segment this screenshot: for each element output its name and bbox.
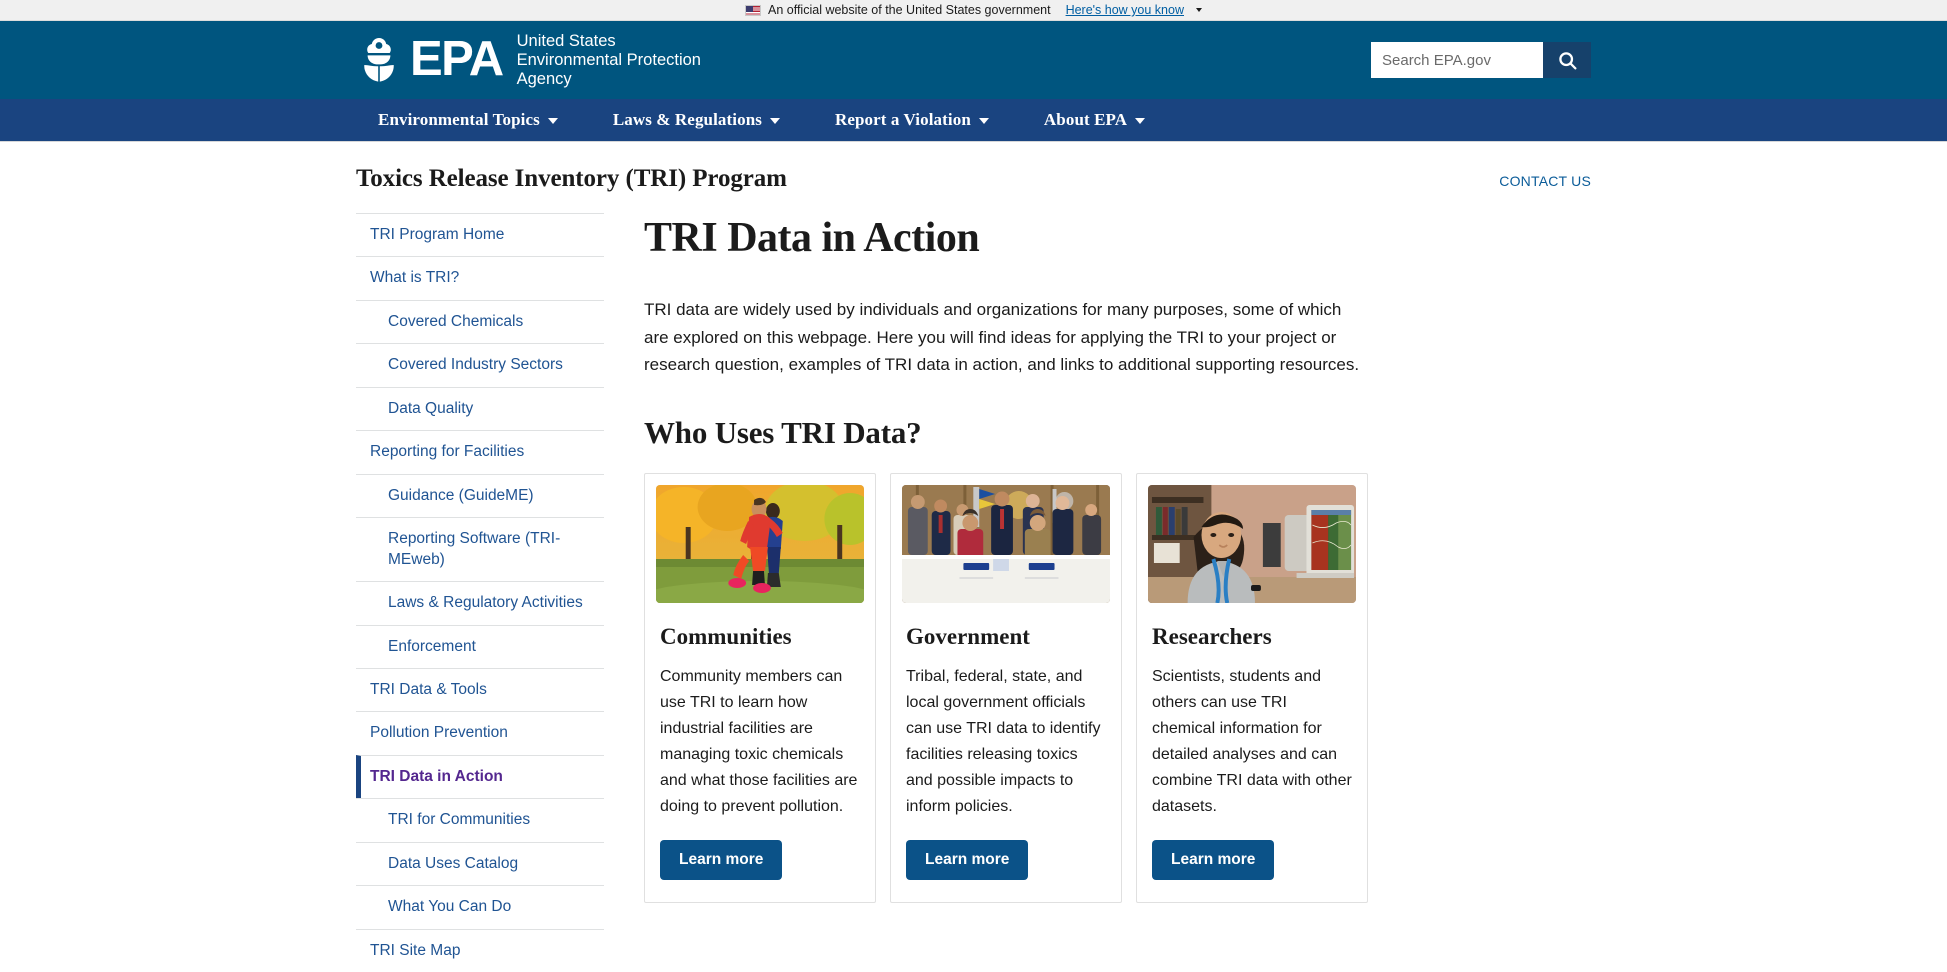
sidebar-item-covered-chemicals[interactable]: Covered Chemicals bbox=[356, 299, 604, 343]
learn-more-button[interactable]: Learn more bbox=[660, 840, 783, 881]
sidebar-item-enforcement[interactable]: Enforcement bbox=[356, 624, 604, 668]
card-communities: Communities Community members can use TRI… bbox=[644, 472, 876, 904]
sidebar-item-tri-for-communities[interactable]: TRI for Communities bbox=[356, 798, 604, 841]
nav-item-report-a-violation[interactable]: Report a Violation bbox=[835, 110, 989, 130]
main-navigation: Environmental Topics Laws & Regulations Re… bbox=[0, 99, 1947, 142]
sidebar-item-tri-data-in-action[interactable]: TRI Data in Action bbox=[356, 754, 604, 799]
nav-item-label: About EPA bbox=[1043, 110, 1128, 129]
page-title: TRI Data in Action bbox=[644, 215, 980, 261]
who-uses-tri-cards: Communities Community members can use TRI… bbox=[644, 472, 1368, 904]
sidebar-item-tri-data-tools[interactable]: TRI Data & Tools bbox=[356, 667, 604, 711]
sidebar-item-laws-regulatory-activities[interactable]: Laws & Regulatory Activities bbox=[356, 581, 604, 624]
agency-line-3: Agency bbox=[516, 70, 572, 89]
sidebar-item-data-quality[interactable]: Data Quality bbox=[356, 386, 604, 430]
epa-header: EPA United States Environmental Protecti… bbox=[0, 21, 1947, 99]
main-content: TRI Data in Action TRI data are widely u… bbox=[644, 205, 1368, 904]
sidebar-item-reporting-for-facilities[interactable]: Reporting for Facilities bbox=[356, 430, 604, 473]
card-government: Government Tribal, federal, state, and lo… bbox=[890, 472, 1122, 904]
chevron-down-icon[interactable] bbox=[1196, 8, 1202, 12]
learn-more-button[interactable]: Learn more bbox=[906, 840, 1029, 881]
researcher-at-computer-photo bbox=[1148, 484, 1356, 603]
card-title: Government bbox=[906, 623, 1030, 649]
us-flag-icon bbox=[745, 4, 761, 16]
nav-item-label: Laws & Regulations bbox=[612, 110, 762, 129]
how-you-know-link[interactable]: Here's how you know bbox=[1066, 3, 1184, 17]
nav-item-label: Environmental Topics bbox=[378, 110, 540, 129]
chevron-down-icon bbox=[769, 118, 780, 124]
sidebar-item-what-you-can-do[interactable]: What You Can Do bbox=[356, 885, 604, 928]
chevron-down-icon bbox=[1135, 118, 1146, 124]
nav-item-label: Report a Violation bbox=[834, 110, 971, 129]
card-title: Researchers bbox=[1152, 623, 1272, 649]
sidebar-item-pollution-prevention[interactable]: Pollution Prevention bbox=[356, 711, 604, 754]
card-description: Community members can use TRI to learn h… bbox=[660, 667, 858, 816]
agency-line-1: United States bbox=[516, 31, 616, 50]
epa-seal-icon bbox=[364, 37, 394, 82]
search-button[interactable] bbox=[1543, 42, 1591, 78]
card-description: Tribal, federal, state, and local govern… bbox=[906, 667, 1101, 816]
epa-agency-name: United States Environmental Protection A… bbox=[517, 32, 701, 90]
sidebar-navigation: TRI Program Home What is TRI? Covered Chem… bbox=[356, 205, 604, 972]
sidebar-item-data-uses-catalog[interactable]: Data Uses Catalog bbox=[356, 841, 604, 885]
card-title: Communities bbox=[660, 623, 792, 649]
agency-line-2: Environmental Protection bbox=[516, 50, 701, 69]
section-heading: Who Uses TRI Data? bbox=[644, 414, 922, 450]
search-input[interactable] bbox=[1371, 42, 1543, 78]
program-bar: Toxics Release Inventory (TRI) Program C… bbox=[356, 142, 1591, 205]
card-description: Scientists, students and others can use … bbox=[1152, 667, 1352, 816]
nav-item-about-epa[interactable]: About EPA bbox=[1043, 110, 1146, 130]
contact-us-link[interactable]: CONTACT US bbox=[1499, 173, 1591, 189]
sidebar-item-tri-program-home[interactable]: TRI Program Home bbox=[356, 213, 604, 256]
government-signing-ceremony-photo bbox=[902, 484, 1110, 603]
program-title: Toxics Release Inventory (TRI) Program bbox=[356, 165, 787, 192]
gov-banner: An official website of the United States… bbox=[0, 0, 1947, 21]
search-icon bbox=[1558, 51, 1577, 70]
nav-item-laws-regulations[interactable]: Laws & Regulations bbox=[613, 110, 780, 130]
joggers-autumn-park-photo bbox=[656, 484, 864, 603]
search-form[interactable] bbox=[1371, 42, 1591, 78]
nav-item-environmental-topics[interactable]: Environmental Topics bbox=[378, 110, 558, 130]
sidebar-item-covered-industry-sectors[interactable]: Covered Industry Sectors bbox=[356, 343, 604, 386]
sidebar-item-reporting-software-tri-meweb[interactable]: Reporting Software (TRI-MEweb) bbox=[356, 517, 604, 581]
chevron-down-icon bbox=[978, 118, 989, 124]
sidebar-item-what-is-tri[interactable]: What is TRI? bbox=[356, 256, 604, 299]
epa-wordmark: EPA bbox=[410, 32, 504, 87]
sidebar-item-guidance-guideme[interactable]: Guidance (GuideME) bbox=[356, 473, 604, 517]
intro-paragraph: TRI data are widely used by individuals … bbox=[644, 300, 1360, 375]
learn-more-button[interactable]: Learn more bbox=[1152, 840, 1275, 881]
epa-logo-link[interactable]: EPA United States Environmental Protecti… bbox=[356, 31, 701, 90]
card-researchers: Researchers Scientists, students and othe… bbox=[1136, 472, 1368, 904]
sidebar-item-tri-site-map[interactable]: TRI Site Map bbox=[356, 928, 604, 972]
chevron-down-icon bbox=[547, 118, 558, 124]
gov-banner-text: An official website of the United States… bbox=[768, 3, 1051, 17]
